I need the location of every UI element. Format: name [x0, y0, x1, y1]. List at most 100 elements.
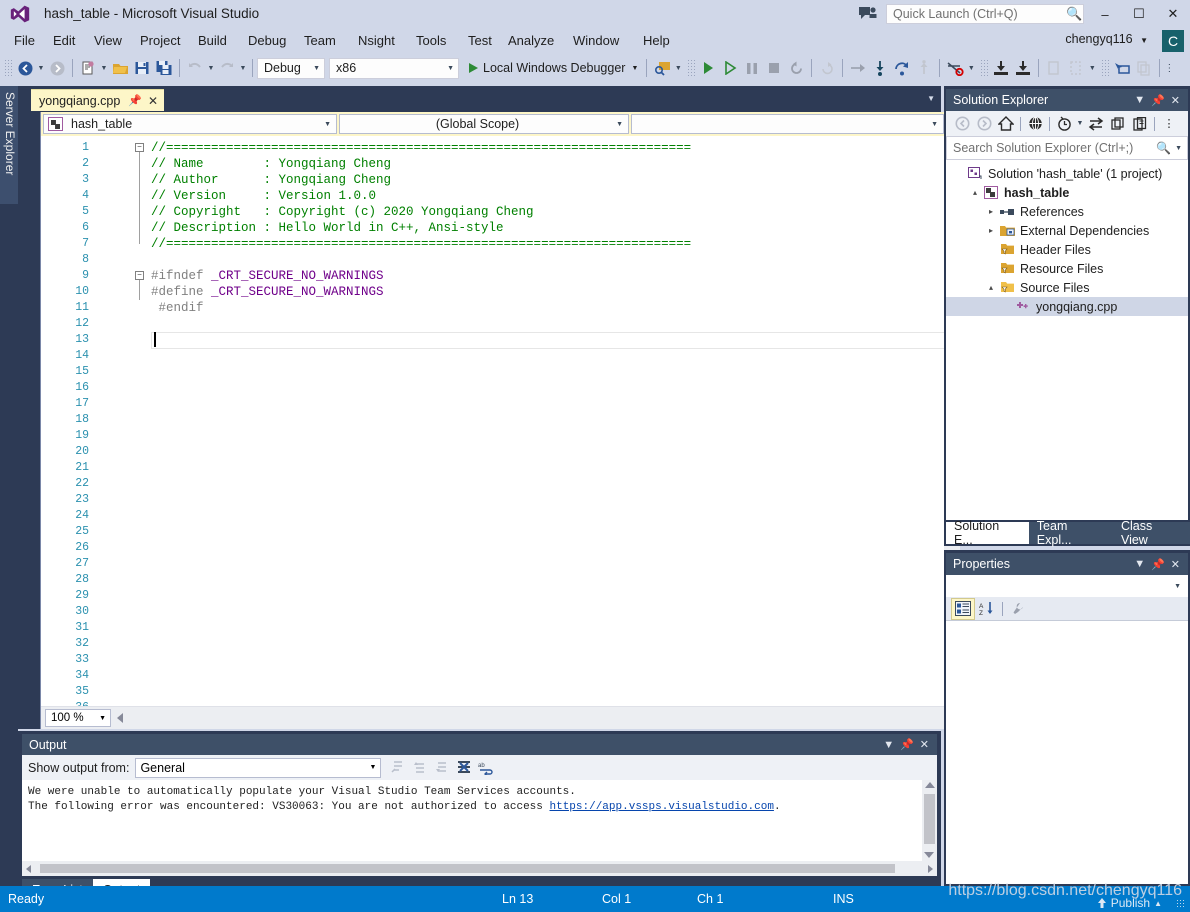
menu-project[interactable]: Project [134, 32, 186, 51]
undo-dropdown[interactable]: ▼ [206, 65, 216, 72]
scroll-left-arrow[interactable] [117, 713, 123, 723]
step-over-icon[interactable] [891, 57, 913, 79]
resize-grip-icon[interactable] [1176, 899, 1186, 909]
chevron-down-icon[interactable]: ▼ [1134, 558, 1145, 570]
navigation-class-select[interactable]: hash_table ▼ [43, 114, 337, 134]
property-pages-icon[interactable] [1006, 598, 1030, 620]
solution-configuration-select[interactable]: Debug ▼ [257, 57, 325, 79]
breakpoints-dropdown[interactable]: ▼ [966, 65, 976, 72]
solution-tree[interactable]: Solution 'hash_table' (1 project) ▴ hash_t… [946, 160, 1188, 520]
output-text[interactable]: We were unable to automatically populate… [22, 780, 937, 861]
menu-analyze[interactable]: Analyze [502, 32, 560, 51]
pin-icon[interactable]: 📌 [1151, 94, 1165, 107]
scroll-down-arrow[interactable] [924, 852, 934, 858]
tree-item-source-files[interactable]: ▴ Source Files [946, 278, 1188, 297]
zoom-level-select[interactable]: 100 % ▼ [45, 709, 111, 727]
close-icon[interactable]: ✕ [1171, 94, 1180, 107]
navigation-third-select[interactable]: ▼ [631, 114, 944, 134]
chevron-down-icon[interactable]: ▼ [1140, 36, 1148, 45]
menu-window[interactable]: Window [567, 32, 625, 51]
toolbar-grip[interactable] [687, 59, 696, 77]
menu-build[interactable]: Build [192, 32, 233, 51]
document-tab-yongqiang-cpp[interactable]: yongqiang.cpp 📌 ✕ [31, 89, 165, 111]
menu-test[interactable]: Test [462, 32, 498, 51]
open-file-icon[interactable] [109, 57, 131, 79]
pin-icon[interactable]: 📌 [900, 738, 914, 751]
search-icon[interactable]: 🔍 [1066, 6, 1082, 22]
send-feedback-icon[interactable] [858, 5, 878, 23]
tree-item-solution-hash-table-1-project[interactable]: Solution 'hash_table' (1 project) [946, 164, 1188, 183]
tab-solution-explorer[interactable]: Solution E... [946, 519, 1029, 547]
server-explorer-tab[interactable]: Server Explorer [0, 86, 18, 204]
redo-dropdown[interactable]: ▼ [238, 65, 248, 72]
navigate-back-dropdown[interactable]: ▼ [36, 65, 46, 72]
save-icon[interactable] [131, 57, 153, 79]
close-icon[interactable]: ✕ [1171, 558, 1180, 571]
search-icon[interactable]: 🔍 [1156, 141, 1171, 155]
close-icon[interactable]: ✕ [148, 94, 158, 108]
step-into-icon[interactable] [869, 57, 891, 79]
pending-changes-icon[interactable] [1053, 113, 1075, 134]
download-alt-icon[interactable] [1012, 57, 1034, 79]
menu-debug[interactable]: Debug [242, 32, 292, 51]
close-button[interactable]: ✕ [1156, 0, 1190, 28]
pin-icon[interactable]: 📌 [1151, 558, 1165, 571]
toolbar-grip[interactable] [4, 59, 12, 77]
sync-views-icon[interactable] [1024, 113, 1046, 134]
scroll-left-arrow[interactable] [26, 864, 31, 873]
disable-breakpoints-icon[interactable] [944, 57, 966, 79]
chevron-down-icon[interactable]: ▼ [611, 121, 628, 128]
editor-horizontal-scrollbar[interactable]: 100 % ▼ [41, 706, 960, 729]
new-project-icon[interactable] [77, 57, 99, 79]
fold-toggle-line-9[interactable]: − [135, 271, 144, 280]
search-solution-explorer-input[interactable]: Search Solution Explorer (Ctrl+;) 🔍 ▼ [946, 136, 1188, 160]
toolbar-overflow[interactable]: ⋮ [1164, 63, 1174, 74]
output-horizontal-scrollbar[interactable] [22, 861, 937, 876]
tree-item-yongqiang-cpp[interactable]: yongqiang.cpp [946, 297, 1188, 316]
start-icon[interactable] [697, 57, 719, 79]
tree-item-external-dependencies[interactable]: ▸ External Dependencies [946, 221, 1188, 240]
menu-help[interactable]: Help [637, 32, 676, 51]
code-text-area[interactable]: 1 2 3 4 5 6 7 8 9 10 11 12 13 14 15 16 17 18 19 20 21 22 23 24 2… [41, 136, 960, 706]
account-name[interactable]: chengyq116 ▼ [1065, 32, 1148, 46]
pointer-icon[interactable] [1111, 57, 1133, 79]
solution-platform-select[interactable]: x86 ▼ [329, 57, 459, 79]
scroll-up-arrow[interactable] [924, 782, 935, 788]
tab-team-explorer[interactable]: Team Expl... [1028, 519, 1113, 547]
menu-team[interactable]: Team [298, 32, 342, 51]
scroll-right-arrow[interactable] [928, 864, 933, 873]
toolbar-grip[interactable] [1101, 59, 1110, 77]
show-all-files-icon[interactable] [1129, 113, 1151, 134]
minimize-button[interactable]: – [1088, 0, 1122, 28]
menu-nsight[interactable]: Nsight [352, 32, 401, 51]
scrollbar-thumb[interactable] [924, 794, 935, 844]
tab-overflow-chevron-down-icon[interactable]: ▼ [927, 94, 935, 103]
pin-icon[interactable]: 📌 [128, 94, 142, 107]
menu-view[interactable]: View [88, 32, 128, 51]
properties-grid[interactable] [946, 621, 1188, 884]
avatar[interactable]: C [1162, 30, 1184, 52]
tab-class-view[interactable]: Class View [1112, 519, 1190, 547]
chevron-down-icon[interactable]: ▼ [1134, 94, 1145, 106]
save-all-icon[interactable] [153, 57, 175, 79]
chevron-down-icon[interactable]: ▼ [313, 65, 320, 72]
attach-dropdown[interactable]: ▼ [673, 65, 683, 72]
expander-icon[interactable]: ▸ [984, 207, 998, 216]
attach-to-process-icon[interactable] [651, 57, 673, 79]
output-vertical-scrollbar[interactable] [922, 780, 937, 861]
tree-item-hash-table[interactable]: ▴ hash_table [946, 183, 1188, 202]
quick-launch-input[interactable]: Quick Launch (Ctrl+Q) [886, 4, 1084, 24]
menu-edit[interactable]: Edit [47, 32, 81, 51]
chevron-down-icon[interactable]: ▼ [1075, 120, 1085, 127]
refresh-icon[interactable] [1107, 113, 1129, 134]
alphabetical-icon[interactable]: AZ [975, 598, 999, 620]
start-debugging-button[interactable]: Local Windows Debugger ▼ [465, 57, 642, 79]
solution-explorer-overflow-icon[interactable]: ⋮ [1158, 113, 1180, 134]
publish-button[interactable]: Publish ▲ [1096, 896, 1162, 910]
tree-item-references[interactable]: ▸ References [946, 202, 1188, 221]
chevron-down-icon[interactable]: ▼ [1174, 583, 1181, 590]
download-icon[interactable] [990, 57, 1012, 79]
menu-file[interactable]: File [8, 32, 41, 51]
chevron-down-icon[interactable]: ▼ [319, 121, 336, 128]
chevron-down-icon[interactable]: ▼ [631, 65, 638, 72]
